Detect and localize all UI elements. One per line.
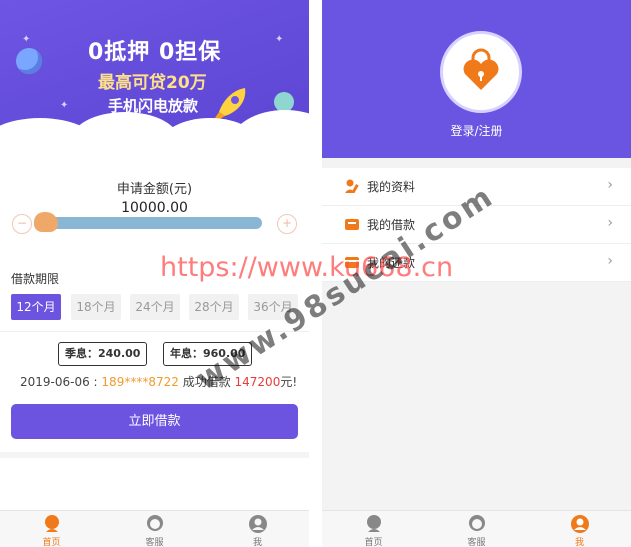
period-option-28[interactable]: 28个月: [189, 294, 239, 320]
chevron-right-icon: ›: [607, 177, 613, 193]
period-option-18[interactable]: 18个月: [71, 294, 121, 320]
user-icon: [570, 515, 589, 533]
tab-me[interactable]: 我: [206, 511, 309, 547]
menu-item-label: 我的资料: [367, 180, 416, 194]
period-option-12[interactable]: 12个月: [11, 294, 61, 320]
star-icon: ✦: [22, 34, 31, 45]
quarterly-interest-box: 季息：240.00: [58, 342, 148, 366]
loan-icon: [345, 219, 359, 230]
tab-home[interactable]: 首页: [322, 511, 425, 547]
amount-slider[interactable]: [40, 217, 262, 229]
tab-service[interactable]: 客服: [425, 511, 528, 547]
promo-banner[interactable]: ✦ ✦ ✦ 0抵押 0担保 最高可贷20万 手机闪电放款: [0, 0, 309, 150]
chevron-right-icon: ›: [607, 253, 613, 269]
piggy-bank-slider-thumb-icon[interactable]: [34, 212, 58, 232]
tab-home-label: 首页: [364, 538, 383, 547]
heart-lock-icon: [463, 48, 499, 90]
chevron-right-icon: ›: [607, 215, 613, 231]
tab-home-label: 首页: [42, 538, 61, 547]
tab-me-label: 我: [574, 538, 584, 547]
service-icon: [468, 515, 485, 531]
marquee-date: 2019-06-06 :: [20, 375, 102, 389]
planet-decoration-icon: [274, 92, 294, 112]
increase-amount-button[interactable]: +: [277, 214, 297, 234]
star-icon: ✦: [275, 34, 284, 45]
home-icon: [366, 515, 381, 532]
decrease-amount-button[interactable]: −: [12, 214, 32, 234]
marquee-amount: 147200: [234, 375, 281, 389]
banner-headline: 0抵押 0担保: [88, 40, 222, 65]
tab-service[interactable]: 客服: [103, 511, 206, 547]
planet-decoration-icon: [16, 48, 42, 74]
divider: [0, 452, 309, 458]
login-register-link[interactable]: 登录/注册: [322, 122, 631, 139]
quarterly-interest-value: 240.00: [98, 347, 141, 360]
marquee-suffix: 元!: [280, 375, 298, 389]
user-icon: [248, 515, 267, 533]
home-icon: [44, 515, 59, 532]
avatar[interactable]: [440, 31, 522, 113]
marquee-phone: 189****8722: [101, 375, 179, 389]
yearly-interest-label: 年息：: [170, 347, 203, 360]
quarterly-interest-label: 季息：: [65, 347, 98, 360]
tab-me[interactable]: 我: [528, 511, 631, 547]
loan-period-label: 借款期限: [11, 272, 60, 286]
tab-service-label: 客服: [467, 538, 486, 547]
apply-loan-button[interactable]: 立即借款: [11, 404, 298, 439]
recent-loan-marquee: 2019-06-06 : 189****8722 成功借款 147200元!: [20, 373, 297, 390]
tab-service-label: 客服: [145, 538, 164, 547]
period-option-24[interactable]: 24个月: [130, 294, 180, 320]
bottom-tab-bar: 首页 客服 我: [322, 510, 631, 547]
service-icon: [146, 515, 163, 531]
profile-header: 登录/注册: [322, 0, 631, 158]
banner-subtitle: 最高可贷20万: [98, 73, 207, 93]
tab-me-label: 我: [252, 538, 262, 547]
amount-label: 申请金额(元): [116, 182, 193, 197]
user-edit-icon: [345, 179, 359, 193]
tab-home[interactable]: 首页: [0, 511, 103, 547]
bottom-tab-bar: 首页 客服 我: [0, 510, 309, 547]
star-icon: ✦: [60, 100, 69, 111]
